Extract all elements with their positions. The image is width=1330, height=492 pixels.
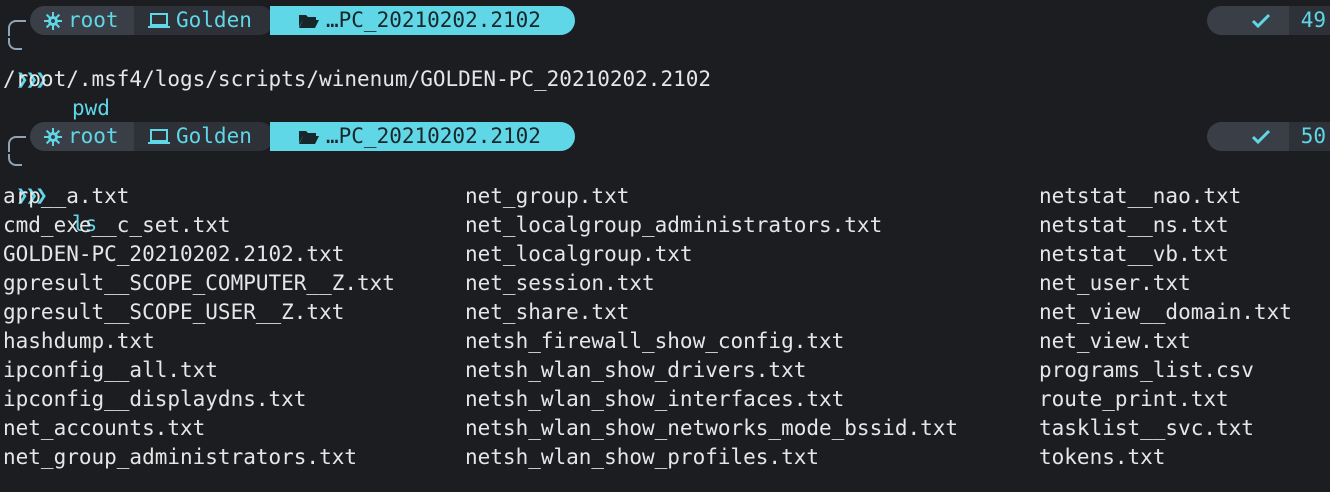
- file-entry: net_group.txt: [465, 184, 630, 208]
- pwd-output: /root/.msf4/logs/scripts/winenum/GOLDEN-…: [3, 67, 712, 91]
- file-entry: arp__a.txt: [3, 184, 130, 208]
- file-entry: hashdump.txt: [3, 329, 155, 353]
- file-entry: programs_list.csv: [1039, 358, 1254, 382]
- command-line-1: ❯❯❯ pwd: [0, 36, 1330, 120]
- prompt-user-segment: root: [30, 122, 140, 151]
- check-icon: [1251, 13, 1271, 29]
- prompt-frame-corner: [8, 20, 26, 36]
- file-entry: netsh_wlan_show_interfaces.txt: [465, 387, 845, 411]
- prompt-host: Golden: [176, 124, 252, 148]
- file-entry: netsh_wlan_show_profiles.txt: [465, 445, 820, 469]
- file-entry: netstat__vb.txt: [1039, 242, 1229, 266]
- laptop-icon: [148, 128, 170, 145]
- check-icon: [1251, 129, 1271, 145]
- prompt-segments: root Golden …PC_20210202.2102: [30, 6, 575, 35]
- file-entry: net_share.txt: [465, 300, 630, 324]
- file-entry: netsh_wlan_show_drivers.txt: [465, 358, 807, 382]
- gear-icon: [44, 127, 62, 146]
- prompt-dir-segment: …PC_20210202.2102: [270, 122, 575, 151]
- file-entry: net_group_administrators.txt: [3, 445, 358, 469]
- status-check-segment: [1206, 122, 1289, 151]
- file-entry: GOLDEN-PC_20210202.2102.txt: [3, 242, 345, 266]
- prompt-status: 50: [1206, 122, 1330, 151]
- status-check-segment: [1206, 6, 1289, 35]
- file-entry: route_print.txt: [1039, 387, 1229, 411]
- file-entry: ipconfig__all.txt: [3, 358, 218, 382]
- prompt-user: root: [68, 124, 119, 148]
- file-entry: net_localgroup_administrators.txt: [465, 213, 883, 237]
- prompt-bar-1: root Golden …PC_20210202.2102 49: [0, 0, 1330, 36]
- file-entry: netstat__nao.txt: [1039, 184, 1242, 208]
- prompt-user: root: [68, 8, 119, 32]
- gear-icon: [44, 11, 62, 30]
- prompt-host-segment: Golden: [134, 122, 274, 151]
- status-command-count: 49: [1288, 6, 1330, 35]
- ls-output-column-3: netstat__nao.txt netstat__ns.txt netstat…: [1039, 182, 1292, 472]
- ls-output-column-2: net_group.txt net_localgroup_administrat…: [465, 182, 958, 472]
- ls-output-column-1: arp__a.txt cmd_exe__c_set.txt GOLDEN-PC_…: [3, 182, 395, 472]
- file-entry: gpresult__SCOPE_COMPUTER__Z.txt: [3, 271, 395, 295]
- prompt-status: 49: [1206, 6, 1330, 35]
- prompt-frame-corner: [8, 136, 26, 152]
- prompt-host-segment: Golden: [134, 6, 274, 35]
- file-entry: net_localgroup.txt: [465, 242, 693, 266]
- prompt-dir-segment: …PC_20210202.2102: [270, 6, 575, 35]
- file-entry: net_view.txt: [1039, 329, 1191, 353]
- folder-open-icon: [298, 13, 320, 29]
- file-entry: net_user.txt: [1039, 271, 1191, 295]
- file-entry: net_session.txt: [465, 271, 655, 295]
- prompt-dir: …PC_20210202.2102: [326, 124, 541, 148]
- terminal-window[interactable]: root Golden …PC_20210202.2102 49 ❯❯❯ pwd…: [0, 0, 1330, 492]
- laptop-icon: [148, 12, 170, 29]
- file-entry: netsh_firewall_show_config.txt: [465, 329, 845, 353]
- file-entry: ipconfig__displaydns.txt: [3, 387, 307, 411]
- prompt-user-segment: root: [30, 6, 140, 35]
- command-line-2: ❯❯❯ ls: [0, 152, 1330, 236]
- prompt-segments: root Golden …PC_20210202.2102: [30, 122, 575, 151]
- file-entry: tokens.txt: [1039, 445, 1166, 469]
- prompt-bar-2: root Golden …PC_20210202.2102 50: [0, 116, 1330, 152]
- status-command-count: 50: [1288, 122, 1330, 151]
- file-entry: cmd_exe__c_set.txt: [3, 213, 231, 237]
- folder-open-icon: [298, 129, 320, 145]
- file-entry: tasklist__svc.txt: [1039, 416, 1254, 440]
- file-entry: gpresult__SCOPE_USER__Z.txt: [3, 300, 345, 324]
- file-entry: netstat__ns.txt: [1039, 213, 1229, 237]
- file-entry: net_view__domain.txt: [1039, 300, 1292, 324]
- file-entry: net_accounts.txt: [3, 416, 206, 440]
- file-entry: netsh_wlan_show_networks_mode_bssid.txt: [465, 416, 959, 440]
- prompt-dir: …PC_20210202.2102: [326, 8, 541, 32]
- prompt-host: Golden: [176, 8, 252, 32]
